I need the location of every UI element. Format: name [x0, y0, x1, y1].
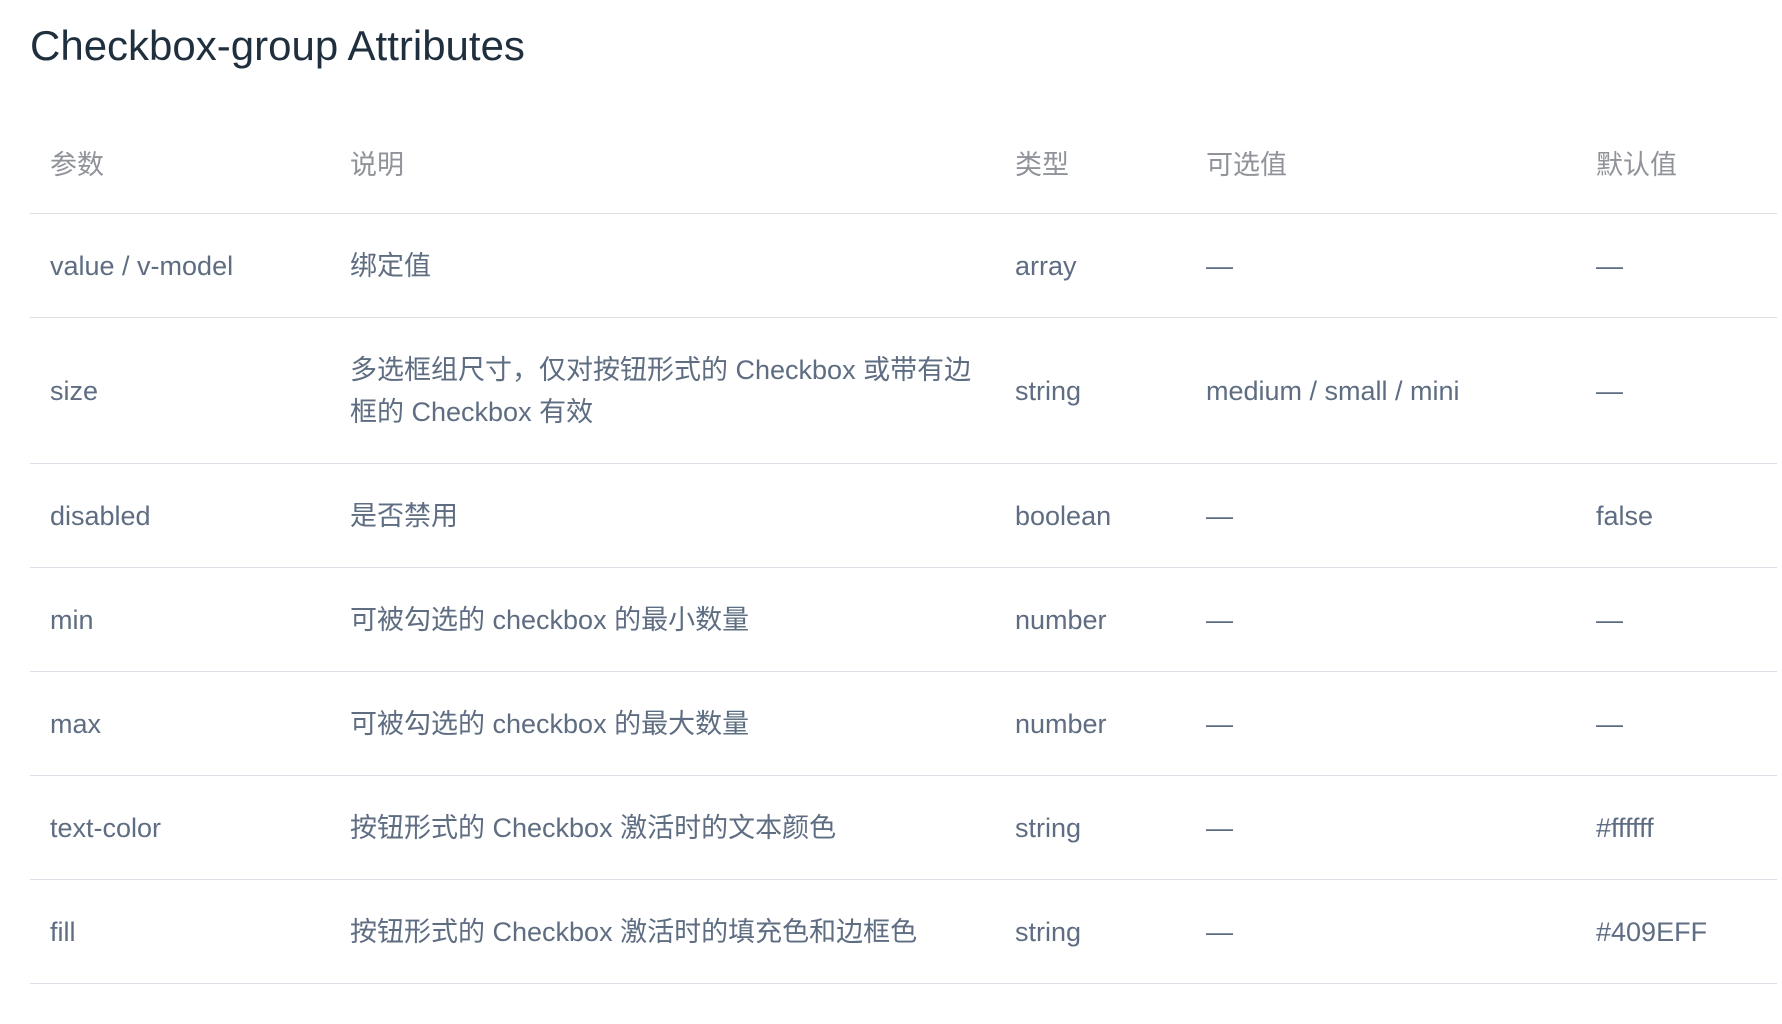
cell-options: — — [1186, 775, 1576, 880]
cell-type: string — [995, 775, 1186, 880]
cell-description: 是否禁用 — [330, 463, 995, 568]
table-row: max 可被勾选的 checkbox 的最大数量 number — — — [30, 671, 1777, 776]
cell-options: — — [1186, 567, 1576, 672]
cell-default: #409EFF — [1576, 879, 1777, 984]
table-row: disabled 是否禁用 boolean — false — [30, 463, 1777, 568]
cell-default: — — [1576, 567, 1777, 672]
cell-options: — — [1186, 213, 1576, 318]
cell-default: — — [1576, 317, 1777, 464]
page-title: Checkbox-group Attributes — [30, 22, 525, 69]
attributes-table: 参数 说明 类型 可选值 默认值 value / v-model 绑定值 arr… — [30, 117, 1777, 984]
cell-type: boolean — [995, 463, 1186, 568]
table-row: value / v-model 绑定值 array — — — [30, 213, 1777, 318]
header-param: 参数 — [30, 117, 330, 214]
cell-default: false — [1576, 463, 1777, 568]
cell-options: — — [1186, 879, 1576, 984]
cell-type: string — [995, 879, 1186, 984]
table-row: text-color 按钮形式的 Checkbox 激活时的文本颜色 strin… — [30, 775, 1777, 880]
cell-default: #ffffff — [1576, 775, 1777, 880]
cell-type: array — [995, 213, 1186, 318]
header-default: 默认值 — [1576, 117, 1777, 214]
cell-options: — — [1186, 671, 1576, 776]
table-row: size 多选框组尺寸，仅对按钮形式的 Checkbox 或带有边框的 Chec… — [30, 317, 1777, 464]
header-options: 可选值 — [1186, 117, 1576, 214]
table-row: min 可被勾选的 checkbox 的最小数量 number — — — [30, 567, 1777, 672]
cell-param: text-color — [30, 775, 330, 880]
header-type: 类型 — [995, 117, 1186, 214]
cell-description: 可被勾选的 checkbox 的最大数量 — [330, 671, 995, 776]
cell-options: medium / small / mini — [1186, 317, 1576, 464]
cell-type: number — [995, 567, 1186, 672]
cell-param: size — [30, 317, 330, 464]
cell-default: — — [1576, 213, 1777, 318]
cell-default: — — [1576, 671, 1777, 776]
cell-description: 按钮形式的 Checkbox 激活时的文本颜色 — [330, 775, 995, 880]
cell-options: — — [1186, 463, 1576, 568]
page-content: Checkbox-group Attributes 参数 说明 类型 可选值 默… — [30, 0, 1777, 984]
cell-param: value / v-model — [30, 213, 330, 318]
cell-param: fill — [30, 879, 330, 984]
cell-description: 绑定值 — [330, 213, 995, 318]
cell-param: min — [30, 567, 330, 672]
cell-param: disabled — [30, 463, 330, 568]
cell-type: number — [995, 671, 1186, 776]
table-header-row: 参数 说明 类型 可选值 默认值 — [30, 117, 1777, 214]
cell-description: 可被勾选的 checkbox 的最小数量 — [330, 567, 995, 672]
cell-param: max — [30, 671, 330, 776]
header-description: 说明 — [330, 117, 995, 214]
cell-description: 多选框组尺寸，仅对按钮形式的 Checkbox 或带有边框的 Checkbox … — [330, 317, 995, 464]
cell-description: 按钮形式的 Checkbox 激活时的填充色和边框色 — [330, 879, 995, 984]
cell-type: string — [995, 317, 1186, 464]
table-row: fill 按钮形式的 Checkbox 激活时的填充色和边框色 string —… — [30, 879, 1777, 984]
